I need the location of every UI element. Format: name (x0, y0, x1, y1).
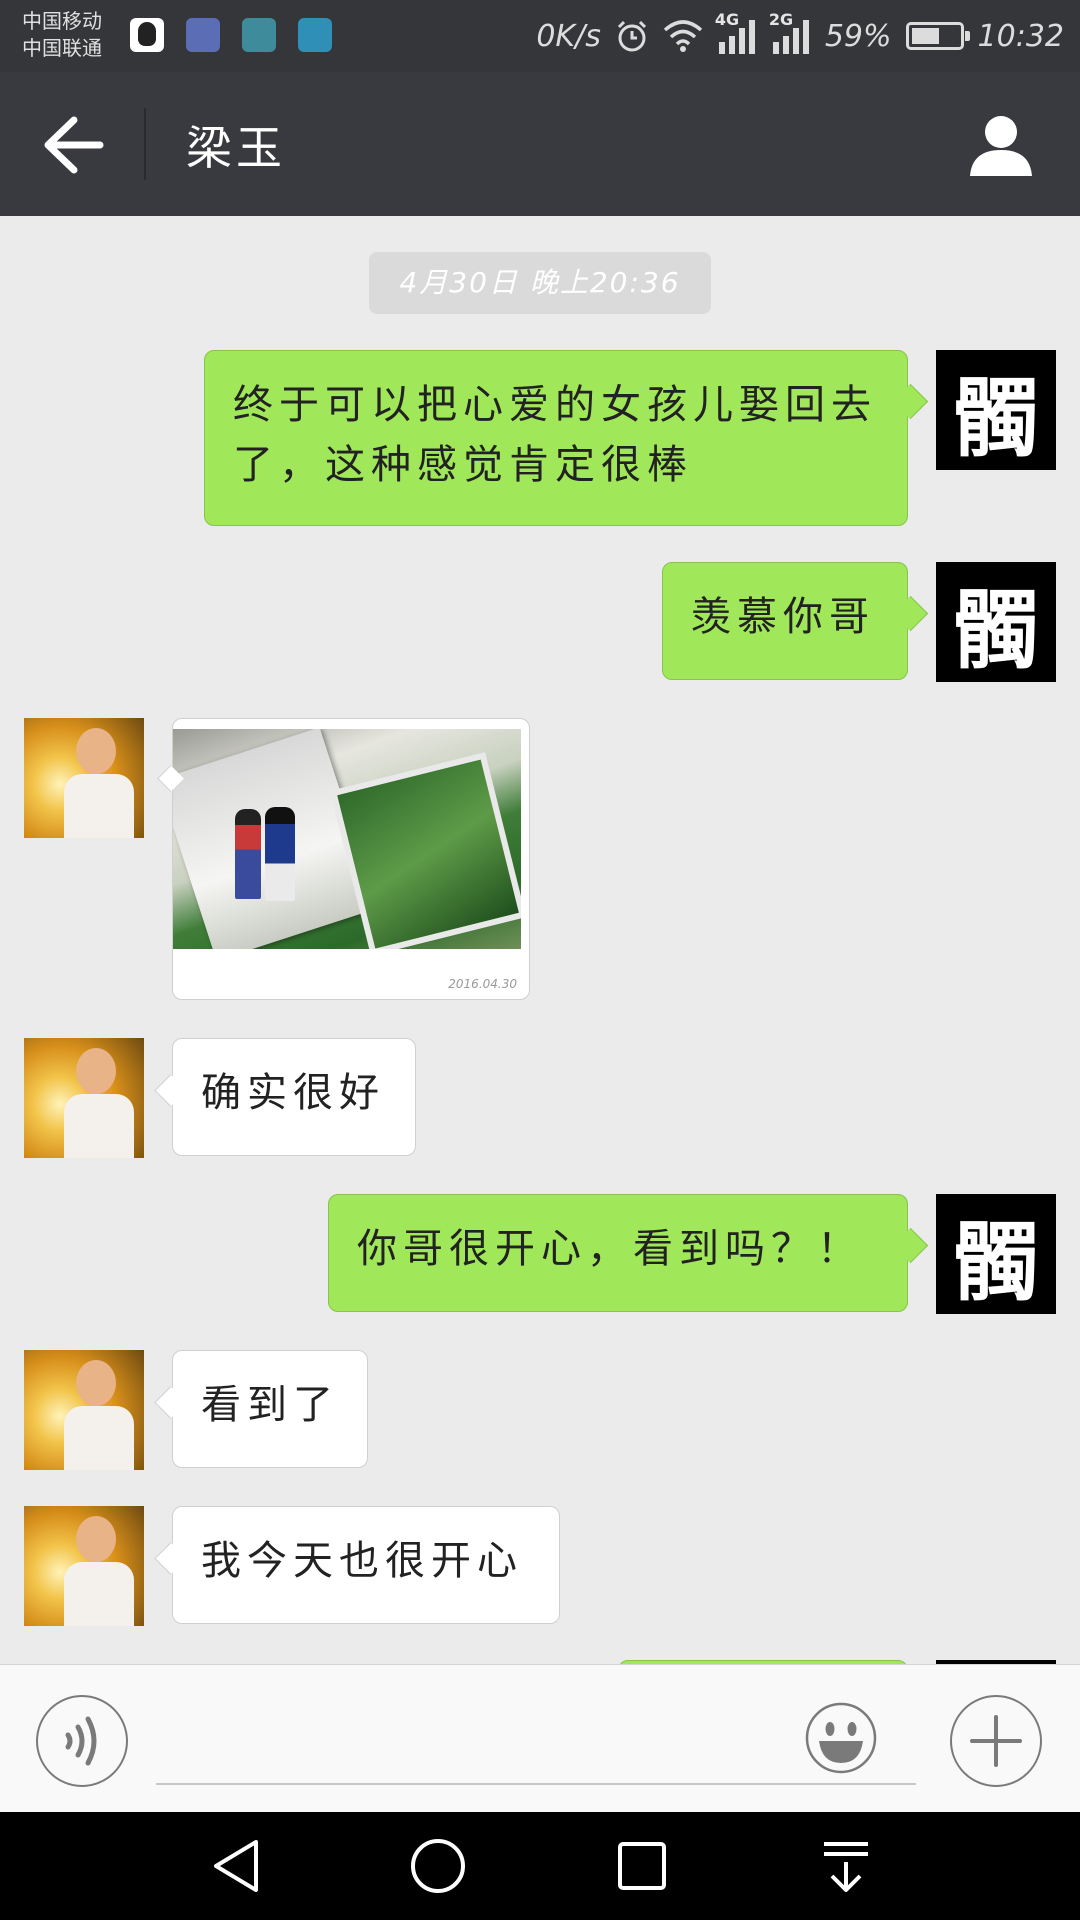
carrier-info: 中国移动 中国联通 (22, 8, 102, 62)
wifi-icon (663, 20, 703, 52)
more-button[interactable] (950, 1695, 1042, 1787)
message-text: 我今天也很开心 (201, 1538, 523, 1584)
my-avatar[interactable]: 髑 (936, 350, 1056, 470)
photo-date-stamp: 2016.04.30 (448, 977, 517, 991)
incoming-message[interactable]: 我今天也很开心 (172, 1506, 560, 1624)
network-speed: 0K/s (536, 18, 601, 54)
avatar-char: 髑 (953, 1211, 1039, 1313)
notification-pull-icon[interactable] (816, 1836, 876, 1896)
plus-icon (970, 1715, 1022, 1767)
photo-figure (235, 809, 261, 899)
contact-avatar[interactable] (24, 1506, 144, 1626)
notification-icons (130, 18, 332, 52)
message-icon (298, 18, 332, 52)
network-2g: 2G (769, 10, 811, 54)
recents-square-icon[interactable] (612, 1836, 672, 1896)
voice-icon (65, 1716, 97, 1766)
contact-avatar[interactable] (24, 718, 144, 838)
input-bar (0, 1664, 1080, 1813)
message-text: 看到了 (201, 1382, 339, 1428)
network-4g: 4G (715, 10, 757, 54)
message-text: 羡慕你哥 (691, 594, 875, 640)
avatar-char: 髑 (953, 367, 1039, 469)
battery-percent: 59% (824, 18, 892, 54)
photo-frame (329, 752, 521, 949)
status-indicators: 0K/s 4G 2G 59% 10:32 (536, 10, 1064, 58)
navigation-bar (0, 1812, 1080, 1920)
status-bar: 中国移动 中国联通 0K/s 4G 2G 59% 10:32 (0, 0, 1080, 72)
message-text: 确实很好 (201, 1070, 385, 1116)
title-bar: 梁玉 (0, 72, 1080, 216)
smiley-icon (805, 1702, 877, 1774)
my-avatar[interactable]: 髑 (936, 562, 1056, 682)
chat-title: 梁玉 (186, 121, 286, 175)
contact-avatar[interactable] (24, 1350, 144, 1470)
message-text: 你哥很开心，看到吗？！ (357, 1226, 863, 1272)
chat-area[interactable]: 4月30日 晚上20:36 终于可以把心爱的女孩儿娶回去了，这种感觉肯定很棒 髑… (0, 216, 1080, 1664)
photo-figure (265, 807, 295, 901)
person-icon[interactable] (966, 110, 1036, 180)
my-avatar[interactable]: 髑 (936, 1194, 1056, 1314)
message-input[interactable] (156, 1705, 916, 1785)
wedding-photo (173, 729, 521, 949)
contact-avatar[interactable] (24, 1038, 144, 1158)
arrow-left-icon[interactable] (40, 114, 106, 176)
gallery-icon (242, 18, 276, 52)
message-text: 终于可以把心爱的女孩儿娶回去了，这种感觉肯定很棒 (233, 382, 877, 488)
voice-button[interactable] (36, 1695, 128, 1787)
outgoing-message[interactable]: 羡慕你哥 (662, 562, 908, 680)
title-divider (144, 108, 146, 180)
incoming-message[interactable]: 看到了 (172, 1350, 368, 1468)
health-icon (186, 18, 220, 52)
battery-fill (911, 28, 939, 44)
carrier-1: 中国移动 (22, 9, 102, 33)
emoji-button[interactable] (804, 1701, 878, 1775)
home-circle-icon[interactable] (408, 1836, 468, 1896)
message-timestamp: 4月30日 晚上20:36 (369, 252, 711, 314)
avatar-char: 髑 (953, 579, 1039, 681)
carrier-2: 中国联通 (22, 36, 102, 60)
back-triangle-icon[interactable] (206, 1836, 266, 1896)
outgoing-message[interactable]: 你哥很开心，看到吗？！ (328, 1194, 908, 1312)
outgoing-message[interactable]: 终于可以把心爱的女孩儿娶回去了，这种感觉肯定很棒 (204, 350, 908, 526)
qq-icon (130, 18, 164, 52)
incoming-message[interactable]: 确实很好 (172, 1038, 416, 1156)
alarm-icon (617, 20, 646, 52)
clock: 10:32 (977, 18, 1064, 54)
battery-icon (905, 22, 970, 50)
image-message[interactable]: 2016.04.30 (172, 718, 530, 1000)
